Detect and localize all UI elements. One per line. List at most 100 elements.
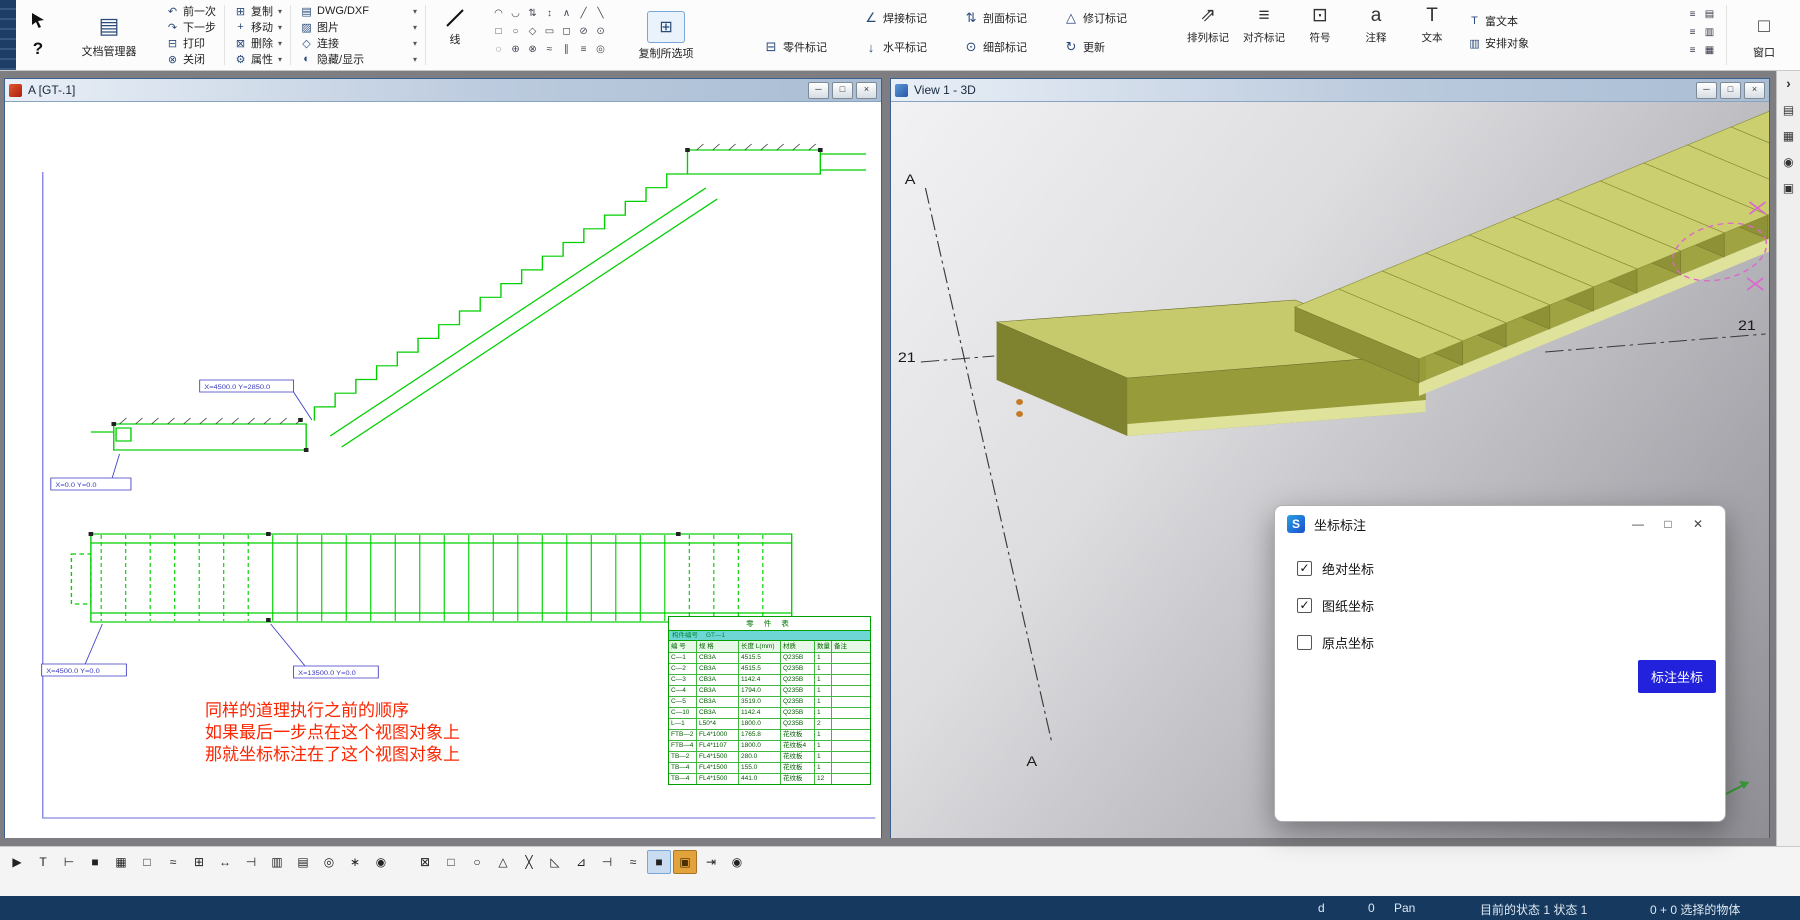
sketch-tool-icon[interactable]: □ bbox=[490, 23, 507, 40]
bottom-tool-icon[interactable]: ▣ bbox=[673, 850, 697, 874]
checkbox[interactable]: ✓ bbox=[1297, 561, 1312, 576]
drawing-window[interactable]: A [GT-.1] ─ □ × bbox=[4, 78, 882, 838]
bottom-tool-icon[interactable]: ○ bbox=[465, 850, 489, 874]
bottom-tool-icon[interactable]: ⊞ bbox=[187, 850, 211, 874]
sketch-tool-icon[interactable]: ⊕ bbox=[507, 41, 524, 58]
dropdown-caret-icon[interactable]: ▾ bbox=[413, 39, 417, 48]
bottom-tool-icon[interactable]: ⊠ bbox=[413, 850, 437, 874]
sketch-tool-icon[interactable]: ╲ bbox=[592, 5, 609, 22]
ribbon-insert-item[interactable]: ◐隐藏/显示▾ bbox=[299, 51, 417, 67]
list-tool-icon[interactable]: ▥ bbox=[1701, 24, 1718, 41]
list-tool-icon[interactable]: ≡ bbox=[1684, 42, 1701, 59]
side-tool-icon[interactable]: ▤ bbox=[1783, 103, 1794, 117]
ribbon-insert-item[interactable]: ▤DWG/DXF▾ bbox=[299, 3, 417, 19]
side-tool-icon[interactable]: ▣ bbox=[1783, 181, 1794, 195]
list-tool-icon[interactable]: ▤ bbox=[1701, 6, 1718, 23]
ribbon-big-button[interactable]: a注释 bbox=[1348, 3, 1404, 70]
bottom-tool-icon[interactable]: ▤ bbox=[291, 850, 315, 874]
dialog-close-button[interactable]: ✕ bbox=[1683, 512, 1713, 536]
sketch-tool-icon[interactable]: ↕ bbox=[541, 5, 558, 22]
mark-item[interactable]: ⊟零件标记 bbox=[762, 35, 862, 59]
ribbon-edit-item[interactable]: +移动▾ bbox=[233, 19, 282, 35]
bottom-tool-icon[interactable]: ≈ bbox=[161, 850, 185, 874]
ribbon-right-item[interactable]: ▥安排对象 bbox=[1467, 32, 1529, 54]
dropdown-caret-icon[interactable]: ▾ bbox=[278, 23, 282, 32]
sketch-tool-icon[interactable]: ◎ bbox=[592, 41, 609, 58]
dropdown-caret-icon[interactable]: ▾ bbox=[413, 55, 417, 64]
mark-item[interactable]: ⊙细部标记 bbox=[962, 35, 1062, 59]
sketch-tool-icon[interactable]: ∥ bbox=[558, 41, 575, 58]
dropdown-caret-icon[interactable]: ▾ bbox=[278, 39, 282, 48]
restore-button[interactable]: □ bbox=[1720, 82, 1741, 99]
dialog-maximize-button[interactable]: □ bbox=[1653, 512, 1683, 536]
coordinate-leaders[interactable] bbox=[42, 380, 379, 678]
ribbon-big-button[interactable]: T文本 bbox=[1404, 3, 1460, 70]
drawing-canvas[interactable]: X=4500.0 Y=2850.0 X=0.0 Y=0.0 X=4500.0 Y… bbox=[5, 102, 881, 838]
mark-item[interactable]: △修订标记 bbox=[1062, 6, 1162, 30]
sketch-tool-icon[interactable]: ≈ bbox=[541, 41, 558, 58]
ribbon-insert-item[interactable]: ◇连接▾ bbox=[299, 35, 417, 51]
bottom-tool-icon[interactable]: ⇥ bbox=[699, 850, 723, 874]
mark-item[interactable]: ↻更新 bbox=[1062, 35, 1162, 59]
minimize-button[interactable]: ─ bbox=[1696, 82, 1717, 99]
sketch-tool-icon[interactable]: ◇ bbox=[524, 23, 541, 40]
bottom-tool-icon[interactable]: ■ bbox=[647, 850, 671, 874]
document-manager-button[interactable]: ▤ 文档管理器 bbox=[60, 0, 158, 70]
mark-item[interactable]: ↓水平标记 bbox=[862, 35, 962, 59]
checkbox[interactable] bbox=[1297, 635, 1312, 650]
ribbon-edit-item[interactable]: ⚙属性▾ bbox=[233, 51, 282, 67]
sketch-tool-icon[interactable]: ╱ bbox=[575, 5, 592, 22]
side-tool-icon[interactable]: ◉ bbox=[1783, 155, 1793, 169]
bottom-tool-icon[interactable]: ∗ bbox=[343, 850, 367, 874]
minimize-button[interactable]: ─ bbox=[808, 82, 829, 99]
dropdown-caret-icon[interactable]: ▾ bbox=[413, 7, 417, 16]
bottom-tool-icon[interactable]: △ bbox=[491, 850, 515, 874]
copy-selected-button[interactable]: ⊞ 复制所选项 bbox=[616, 0, 716, 70]
help-icon[interactable]: ? bbox=[33, 39, 43, 59]
sketch-tool-icon[interactable]: ▭ bbox=[541, 23, 558, 40]
bottom-tool-icon[interactable]: T bbox=[31, 850, 55, 874]
dropdown-caret-icon[interactable]: ▾ bbox=[278, 7, 282, 16]
bottom-tool-icon[interactable]: ▥ bbox=[265, 850, 289, 874]
sketch-tool-icon[interactable]: ◡ bbox=[507, 5, 524, 22]
bottom-tool-icon[interactable]: ▦ bbox=[109, 850, 133, 874]
drawing-window-titlebar[interactable]: A [GT-.1] ─ □ × bbox=[5, 79, 881, 102]
ribbon-insert-item[interactable]: ▨图片▾ bbox=[299, 19, 417, 35]
sketch-tool-icon[interactable]: ◠ bbox=[490, 5, 507, 22]
bottom-tool-icon[interactable]: ■ bbox=[83, 850, 107, 874]
sketch-tool-icon[interactable]: ◻ bbox=[558, 23, 575, 40]
bottom-tool-icon[interactable]: ◎ bbox=[317, 850, 341, 874]
ribbon-nav-item[interactable]: ⊗关闭 bbox=[165, 51, 216, 67]
bottom-tool-icon[interactable]: ◉ bbox=[725, 850, 749, 874]
dropdown-caret-icon[interactable]: ▾ bbox=[413, 23, 417, 32]
close-button[interactable]: × bbox=[1744, 82, 1765, 99]
sketch-tool-icon[interactable]: ⊗ bbox=[524, 41, 541, 58]
sketch-tool-icon[interactable]: ⊘ bbox=[575, 23, 592, 40]
bottom-tool-icon[interactable]: ⊣ bbox=[595, 850, 619, 874]
dialog-titlebar[interactable]: S 坐标标注 — □ ✕ bbox=[1275, 506, 1725, 542]
restore-button[interactable]: □ bbox=[832, 82, 853, 99]
sketch-tool-icon[interactable]: ○ bbox=[507, 23, 524, 40]
bottom-tool-icon[interactable]: ⊢ bbox=[57, 850, 81, 874]
ribbon-big-button[interactable]: ⊡符号 bbox=[1292, 3, 1348, 70]
list-tool-icon[interactable]: ▦ bbox=[1701, 42, 1718, 59]
ribbon-right-item[interactable]: T富文本 bbox=[1467, 10, 1529, 32]
bottom-tool-icon[interactable]: ⊿ bbox=[569, 850, 593, 874]
model-3d-titlebar[interactable]: View 1 - 3D ─ □ × bbox=[891, 79, 1769, 102]
line-tool-button[interactable]: 线 bbox=[427, 0, 483, 70]
ribbon-big-button[interactable]: ⇗排列标记 bbox=[1180, 3, 1236, 70]
bottom-tool-icon[interactable]: ▶ bbox=[5, 850, 29, 874]
list-tool-icon[interactable]: ≡ bbox=[1684, 24, 1701, 41]
side-tool-icon[interactable]: ▦ bbox=[1783, 129, 1794, 143]
sketch-tool-icon[interactable]: ◌ bbox=[490, 41, 507, 58]
ribbon-edit-item[interactable]: ⊞复制▾ bbox=[233, 3, 282, 19]
list-tool-icon[interactable]: ≡ bbox=[1684, 6, 1701, 23]
mark-item[interactable]: ⇅剖面标记 bbox=[962, 6, 1062, 30]
ribbon-nav-item[interactable]: ↷下一步 bbox=[165, 19, 216, 35]
bottom-tool-icon[interactable]: □ bbox=[439, 850, 463, 874]
mark-item[interactable]: ∠焊接标记 bbox=[862, 6, 962, 30]
annotate-coordinates-button[interactable]: 标注坐标 bbox=[1638, 660, 1716, 693]
bottom-tool-icon[interactable]: ⊣ bbox=[239, 850, 263, 874]
bottom-tool-icon[interactable]: ◉ bbox=[369, 850, 393, 874]
ribbon-nav-item[interactable]: ↶前一次 bbox=[165, 3, 216, 19]
